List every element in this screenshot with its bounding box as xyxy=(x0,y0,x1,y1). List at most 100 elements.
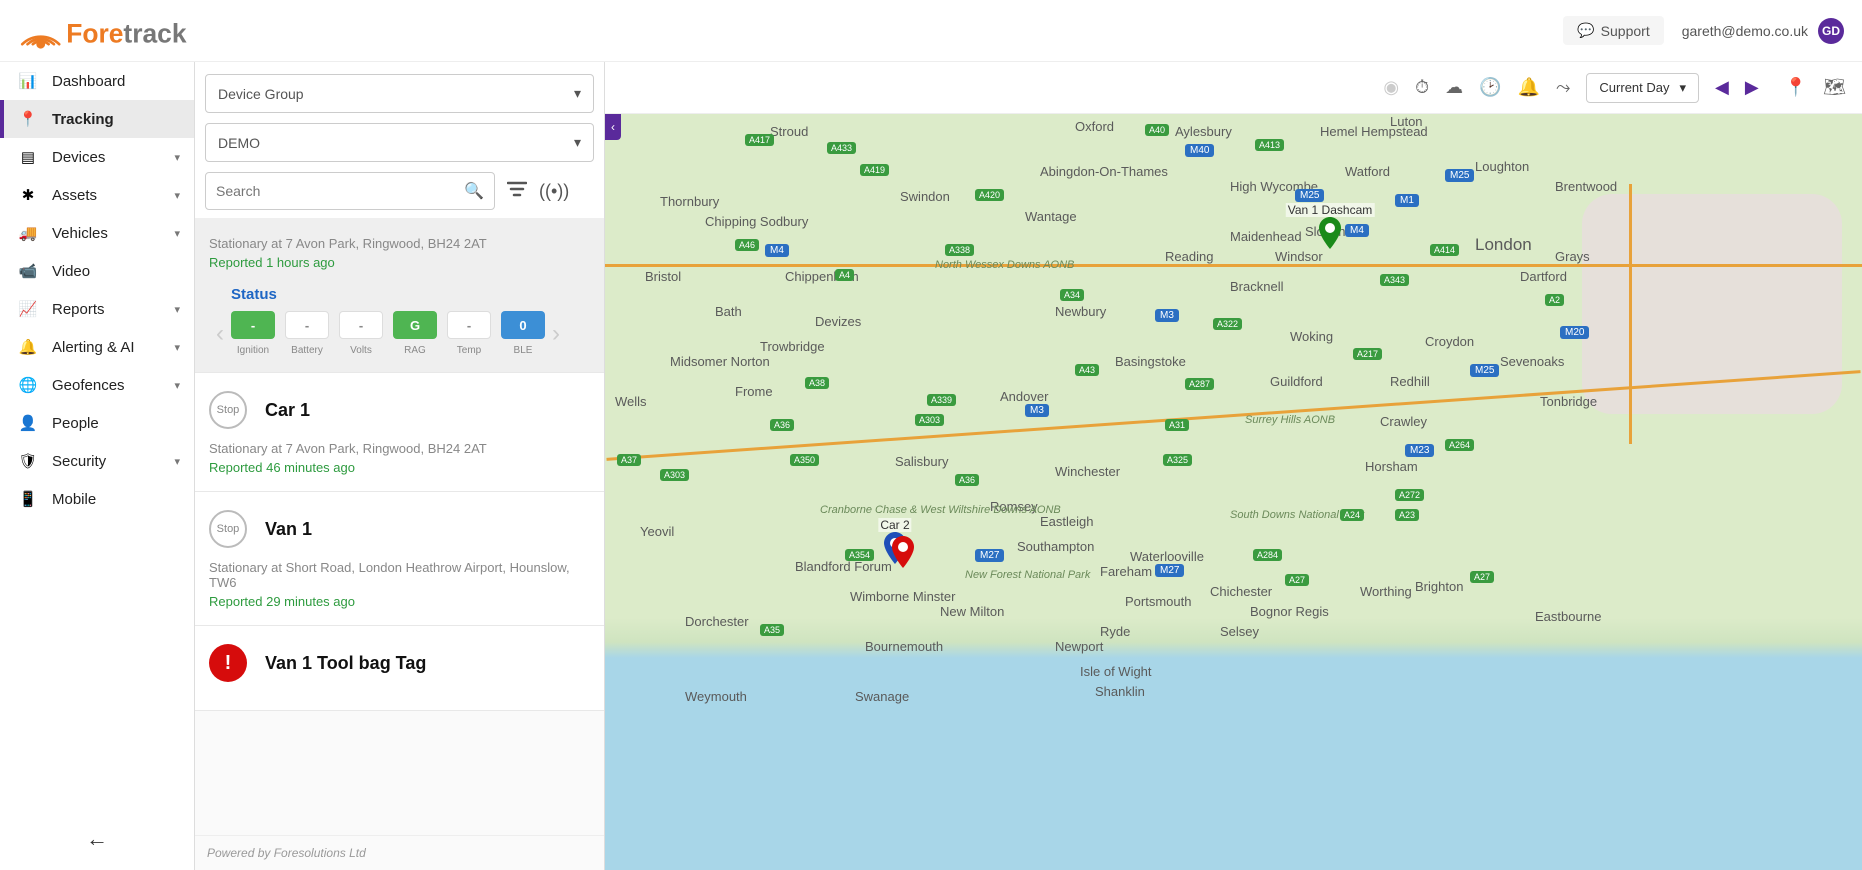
a-road-shield: A23 xyxy=(1395,509,1419,521)
device-group-value-select[interactable]: DEMO ▾ xyxy=(205,123,594,162)
map-canvas[interactable]: LondonOxfordStroudSwindonThornburyBristo… xyxy=(605,114,1862,870)
map-city-label: Guildford xyxy=(1270,374,1323,389)
sidebar-item-mobile[interactable]: 📱 Mobile xyxy=(0,480,194,518)
sidebar-item-label: Reports xyxy=(52,301,105,318)
globe-icon: 🌐 xyxy=(18,376,38,394)
a-road-shield: A417 xyxy=(745,134,774,146)
status-prev-arrow[interactable]: ‹ xyxy=(209,320,231,348)
map-city-label: Midsomer Norton xyxy=(670,354,770,369)
map-city-label: Frome xyxy=(735,384,773,399)
sidebar-item-devices[interactable]: ▤ Devices ▾ xyxy=(0,138,194,176)
sidebar-item-label: Assets xyxy=(52,187,97,204)
map-city-label: New Milton xyxy=(940,604,1004,619)
sidebar-item-dashboard[interactable]: 📊 Dashboard xyxy=(0,62,194,100)
next-day-button[interactable]: ▶ xyxy=(1745,77,1759,98)
alert-icon: ! xyxy=(209,644,247,682)
map-city-label: Abingdon-On-Thames xyxy=(1040,164,1168,179)
device-card[interactable]: Stop Car 1 Stationary at 7 Avon Park, Ri… xyxy=(195,373,604,492)
motorway-shield: M20 xyxy=(1560,326,1589,339)
device-group-select[interactable]: Device Group ▾ xyxy=(205,74,594,113)
map-city-label: Woking xyxy=(1290,329,1333,344)
map-layers-icon[interactable]: 🗺 xyxy=(1823,77,1846,98)
a-road-shield: A413 xyxy=(1255,139,1284,151)
broadcast-icon[interactable]: ((•)) xyxy=(539,181,569,202)
sidebar-item-tracking[interactable]: 📍 Tracking xyxy=(0,100,194,138)
sidebar-item-assets[interactable]: ✱ Assets ▾ xyxy=(0,176,194,214)
a-road-shield: A37 xyxy=(617,454,641,466)
status-cell-temp: - Temp xyxy=(447,311,491,356)
a-road-shield: A38 xyxy=(805,377,829,389)
caret-down-icon: ▾ xyxy=(1680,80,1687,96)
video-feed-icon[interactable]: ◉ xyxy=(1383,77,1399,98)
a-road-shield: A303 xyxy=(660,469,689,481)
stop-badge: Stop xyxy=(209,510,247,548)
map-city-label: Dorchester xyxy=(685,614,749,629)
status-label: RAG xyxy=(393,345,437,356)
prev-day-button[interactable]: ◀ xyxy=(1715,77,1729,98)
chevron-down-icon: ▾ xyxy=(174,303,180,316)
map-city-label: Horsham xyxy=(1365,459,1418,474)
map-city-label: Stroud xyxy=(770,124,808,139)
a-road-shield: A343 xyxy=(1380,274,1409,286)
map-pin[interactable] xyxy=(892,536,914,568)
a-road-shield: A272 xyxy=(1395,489,1424,501)
map-city-label: Reading xyxy=(1165,249,1213,264)
filter-icon[interactable] xyxy=(507,180,527,203)
sidebar-item-video[interactable]: 📹 Video xyxy=(0,252,194,290)
device-location: Stationary at Short Road, London Heathro… xyxy=(209,560,590,590)
device-name: Car 1 xyxy=(265,400,310,421)
sidebar-item-geofences[interactable]: 🌐 Geofences ▾ xyxy=(0,366,194,404)
sidebar-item-label: Video xyxy=(52,263,90,280)
a-road-shield: A264 xyxy=(1445,439,1474,451)
route-icon[interactable]: ⤳ xyxy=(1556,77,1570,98)
map-park-label: South Downs National Park xyxy=(1230,509,1350,521)
sidebar-item-alerting-ai[interactable]: 🔔 Alerting & AI ▾ xyxy=(0,328,194,366)
a-road-shield: A322 xyxy=(1213,318,1242,330)
search-input[interactable] xyxy=(216,183,464,199)
panel-collapse-handle[interactable]: ‹ xyxy=(605,114,621,140)
locate-icon[interactable]: 📍 xyxy=(1785,77,1807,98)
user-menu[interactable]: gareth@demo.co.uk GD xyxy=(1682,18,1844,44)
a-road-shield: A36 xyxy=(770,419,794,431)
map-city-label: Thornbury xyxy=(660,194,719,209)
device-location: Stationary at 7 Avon Park, Ringwood, BH2… xyxy=(209,441,590,456)
motorway-shield: M27 xyxy=(1155,564,1184,577)
speed-icon[interactable]: ⏱ xyxy=(1415,77,1429,98)
map-city-label: Bristol xyxy=(645,269,681,284)
map-city-label: Blandford Forum xyxy=(795,559,892,574)
support-button[interactable]: 💬 Support xyxy=(1563,16,1663,45)
a-road-shield: A420 xyxy=(975,189,1004,201)
weather-icon[interactable]: ☁ xyxy=(1445,77,1463,98)
map-city-label: Waterlooville xyxy=(1130,549,1204,564)
sidebar-collapse-button[interactable]: ← xyxy=(0,826,194,852)
device-card[interactable]: ! Van 1 Tool bag Tag xyxy=(195,626,604,711)
status-label: Ignition xyxy=(231,345,275,356)
status-pill: 0 xyxy=(501,311,545,339)
device-card[interactable]: Stop Van 1 Stationary at Short Road, Lon… xyxy=(195,492,604,626)
svg-text:Foretrack: Foretrack xyxy=(66,18,187,48)
map-pin[interactable] xyxy=(1319,217,1341,249)
map-toolbar: ◉ ⏱ ☁ 🕑 🔔 ⤳ Current Day ▾ ◀ ▶ 📍 🗺 xyxy=(605,62,1862,114)
chevron-down-icon: ▾ xyxy=(174,379,180,392)
sidebar-item-vehicles[interactable]: 🚚 Vehicles ▾ xyxy=(0,214,194,252)
sidebar-item-security[interactable]: 🛡 Security ▾ xyxy=(0,442,194,480)
motorway-shield: M25 xyxy=(1445,169,1474,182)
device-name: Van 1 Tool bag Tag xyxy=(265,653,426,674)
sidebar-item-reports[interactable]: 📈 Reports ▾ xyxy=(0,290,194,328)
date-range-select[interactable]: Current Day ▾ xyxy=(1586,73,1699,103)
bell-icon[interactable]: 🔔 xyxy=(1518,77,1540,98)
map-park-label: Surrey Hills AONB xyxy=(1245,414,1335,426)
device-status-card[interactable]: Stationary at 7 Avon Park, Ringwood, BH2… xyxy=(195,218,604,373)
clock-icon[interactable]: 🕑 xyxy=(1479,77,1501,98)
date-range-label: Current Day xyxy=(1599,80,1669,95)
map-city-label: Isle of Wight xyxy=(1080,664,1152,679)
truck-icon: 🚚 xyxy=(18,224,38,242)
sidebar-item-people[interactable]: 👤 People xyxy=(0,404,194,442)
map-city-label: Yeovil xyxy=(640,524,674,539)
pin-icon: 📍 xyxy=(18,110,38,128)
search-icon[interactable]: 🔍 xyxy=(464,181,484,201)
a-road-shield: A433 xyxy=(827,142,856,154)
status-next-arrow[interactable]: › xyxy=(545,320,567,348)
sidebar-item-label: Mobile xyxy=(52,491,96,508)
status-pill: - xyxy=(339,311,383,339)
